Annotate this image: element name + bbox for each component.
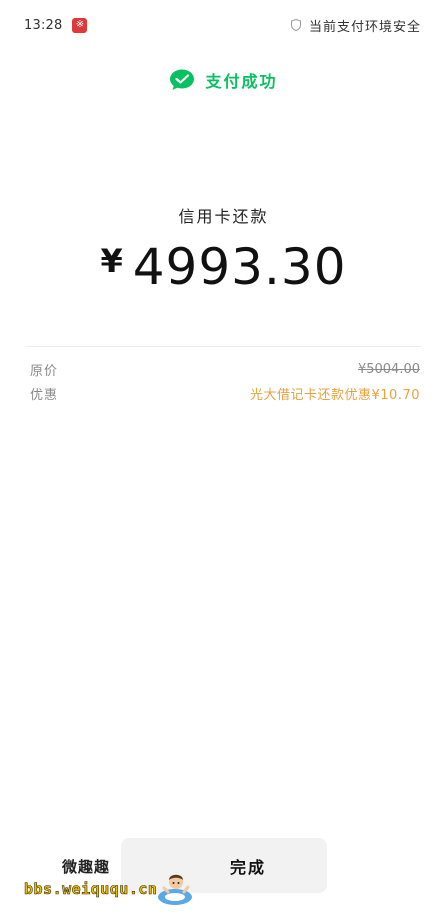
merchant-name: 信用卡还款 xyxy=(178,207,269,226)
original-price-value: ¥5004.00 xyxy=(357,362,420,377)
discount-row: 优惠 光大借记卡还款优惠¥10.70 xyxy=(30,384,420,403)
watermark: 微趣趣 bbs.weiququ.cn xyxy=(24,852,214,910)
watermark-url: bbs.weiququ.cn xyxy=(24,880,158,899)
divider xyxy=(26,346,421,347)
status-time: 13:28 xyxy=(24,17,63,33)
status-bar: 13:28 ※ 当前支付环境安全 xyxy=(0,0,447,50)
discount-label: 优惠 xyxy=(30,388,59,403)
payment-success-page: 13:28 ※ 当前支付环境安全 支付成功 信用卡还款 ¥ 4993.30 原价… xyxy=(0,0,447,920)
mascot-icon xyxy=(158,874,192,905)
status-right: 当前支付环境安全 xyxy=(290,16,421,35)
amount-display: ¥ 4993.30 xyxy=(0,238,447,296)
currency-symbol: ¥ xyxy=(100,242,123,280)
discount-value: 光大借记卡还款优惠¥10.70 xyxy=(250,388,420,403)
payment-amount: 4993.30 xyxy=(132,238,347,296)
payment-status-header: 支付成功 xyxy=(0,68,447,92)
original-price-label: 原价 xyxy=(30,364,59,379)
watermark-title: 微趣趣 xyxy=(62,858,111,876)
wechat-pay-icon xyxy=(170,69,195,90)
status-left: 13:28 ※ xyxy=(24,17,88,33)
original-price-row: 原价 ¥5004.00 xyxy=(30,360,420,379)
payment-success-title: 支付成功 xyxy=(205,72,278,91)
app-notification-icon: ※ xyxy=(72,17,88,33)
shield-icon xyxy=(290,19,301,31)
environment-safety-text: 当前支付环境安全 xyxy=(308,19,421,35)
